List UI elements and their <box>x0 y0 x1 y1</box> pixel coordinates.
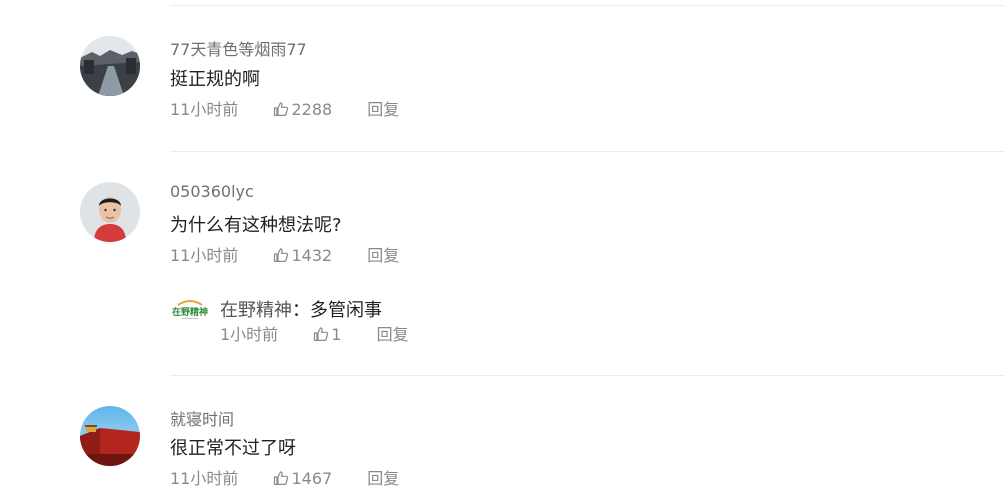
comment-time: 11小时前 <box>170 469 239 488</box>
thumbs-up-icon <box>274 102 289 116</box>
comment-text: 挺正规的啊 <box>170 69 260 90</box>
reply-username[interactable]: 在野精神 <box>220 300 292 321</box>
portrait-avatar-icon[interactable] <box>80 182 140 242</box>
comment-meta: 11小时前 1467 回复 <box>170 469 399 489</box>
like-button[interactable]: 1432 <box>273 246 332 266</box>
reply-button[interactable]: 回复 <box>367 246 399 266</box>
reply-like-button[interactable]: 1 <box>313 325 341 345</box>
red-wall-avatar-icon[interactable] <box>80 406 140 466</box>
reply-line: 在野精神：多管闲事 <box>220 296 382 322</box>
zaiye-jingshen-logo-icon[interactable]: 在野精神 <box>170 298 210 322</box>
reply-like-count: 1 <box>331 325 342 344</box>
comment-meta: 11小时前 2288 回复 <box>170 100 399 120</box>
comment-text: 为什么有这种想法呢? <box>170 215 342 236</box>
like-count: 1432 <box>291 246 333 265</box>
comment-username[interactable]: 050360lyc <box>170 182 254 201</box>
comment-meta: 11小时前 1432 回复 <box>170 246 399 266</box>
like-count: 1467 <box>291 469 333 488</box>
comment-divider <box>170 375 1005 376</box>
thumbs-up-icon <box>274 471 289 485</box>
comment-username[interactable]: 就寝时间 <box>170 406 234 430</box>
comment-text: 很正常不过了呀 <box>170 438 296 459</box>
reply-button[interactable]: 回复 <box>367 100 399 120</box>
thumbs-up-icon <box>274 248 289 262</box>
reply-meta: 1小时前 1 回复 <box>220 325 409 345</box>
reply-text: 多管闲事 <box>310 300 382 321</box>
reply-reply-button[interactable]: 回复 <box>377 325 409 345</box>
like-count: 2288 <box>291 100 333 119</box>
thumbs-up-icon <box>314 327 329 341</box>
reply-separator: ： <box>292 300 310 321</box>
comment-time: 11小时前 <box>170 246 239 265</box>
like-button[interactable]: 1467 <box>273 469 332 489</box>
logo-text: 在野精神 <box>172 306 208 318</box>
comment-username[interactable]: 77天青色等烟雨77 <box>170 36 307 60</box>
river-town-avatar-icon[interactable] <box>80 36 140 96</box>
top-divider <box>170 5 1005 6</box>
like-button[interactable]: 2288 <box>273 100 332 120</box>
reply-button[interactable]: 回复 <box>367 469 399 489</box>
reply-time: 1小时前 <box>220 325 279 344</box>
comment-time: 11小时前 <box>170 100 239 119</box>
comment-divider <box>170 151 1005 152</box>
